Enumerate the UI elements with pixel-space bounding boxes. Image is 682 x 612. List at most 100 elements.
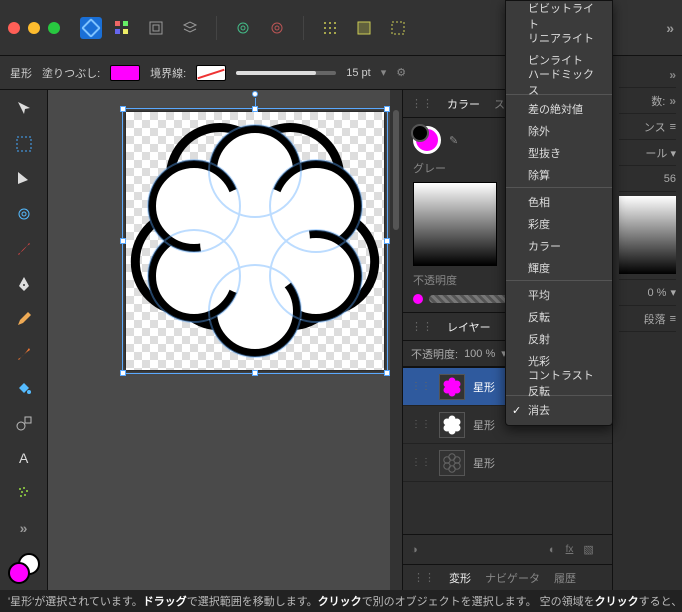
resize-handle-bl[interactable] — [120, 370, 126, 376]
tab-history[interactable]: 履歴 — [554, 570, 576, 586]
scale-dropdown[interactable]: ール ▾ — [645, 145, 676, 161]
canvas[interactable] — [126, 112, 384, 370]
prefs-gear-icon[interactable] — [231, 16, 255, 40]
layer-thumb-icon — [442, 415, 462, 435]
overflow-icon[interactable]: » — [669, 94, 676, 108]
vector-brush-tool[interactable] — [10, 340, 38, 367]
blend-mode-item[interactable]: 除算 — [506, 164, 612, 188]
toolbar-overflow[interactable]: » — [666, 20, 674, 36]
blend-mode-item[interactable]: コントラスト反転 — [506, 372, 612, 396]
crop-icon[interactable]: ▧ — [583, 543, 593, 556]
value-0pct[interactable]: 0 % — [648, 287, 667, 299]
blend-mode-item[interactable]: 彩度 — [506, 213, 612, 235]
chevron-down-icon[interactable]: ▾ — [670, 286, 676, 299]
status-bold-1: ドラッグ — [143, 593, 187, 609]
canvas-viewport[interactable] — [48, 90, 402, 590]
tab-color[interactable]: カラー — [447, 96, 480, 112]
color-field[interactable] — [413, 182, 497, 266]
cog-tool[interactable] — [10, 201, 38, 228]
rotate-handle[interactable] — [252, 91, 258, 97]
blend-mode-label: 色相 — [528, 194, 550, 210]
value-56[interactable]: 56 — [664, 173, 676, 185]
shape-tool[interactable] — [10, 410, 38, 437]
fill-tool[interactable] — [10, 375, 38, 402]
blend-mode-label: コントラスト反転 — [528, 367, 598, 399]
panel-drag-icon[interactable]: ⋮⋮ — [413, 571, 435, 584]
minimize-window[interactable] — [28, 22, 40, 34]
blend-mode-item[interactable]: ✓消去 — [506, 399, 612, 421]
blend-mode-item[interactable]: 色相 — [506, 191, 612, 213]
blend-mode-item[interactable]: 平均 — [506, 284, 612, 306]
blend-mode-item[interactable]: 除外 — [506, 120, 612, 142]
blend-mode-label: 反射 — [528, 331, 550, 347]
stroke-swatch[interactable] — [196, 65, 226, 81]
stroke-width-slider[interactable] — [236, 71, 336, 75]
stroke-settings-gear-icon[interactable]: ⚙ — [396, 66, 406, 79]
shape-name-label: 星形 — [10, 65, 32, 81]
node-tool[interactable] — [10, 166, 38, 193]
blend-mode-label: 輝度 — [528, 260, 550, 276]
zoom-window[interactable] — [48, 22, 60, 34]
layer-name[interactable]: 星形 — [473, 417, 495, 433]
snap-bounds-icon[interactable] — [386, 16, 410, 40]
fg-color-swatch[interactable] — [8, 562, 30, 584]
snap-field-icon[interactable] — [352, 16, 376, 40]
stroke-width-value[interactable]: 15 pt — [346, 67, 370, 79]
vertical-scrollbar[interactable] — [390, 90, 402, 590]
layer-drag-icon[interactable]: ⋮⋮ — [411, 381, 431, 392]
blend-mode-label: 消去 — [528, 402, 550, 418]
panel-menu-icon[interactable]: ≡ — [670, 313, 676, 325]
blend-mode-item[interactable]: 反転 — [506, 306, 612, 328]
adjustment-icon[interactable]: ◐ — [549, 544, 556, 556]
color-ring[interactable] — [413, 126, 441, 154]
blend-mode-item[interactable]: 反射 — [506, 328, 612, 350]
tool-expand[interactable]: » — [10, 515, 38, 542]
artboard-icon[interactable] — [144, 16, 168, 40]
move-tool[interactable] — [10, 96, 38, 123]
snap-grid-icon[interactable] — [318, 16, 342, 40]
layers-icon[interactable] — [178, 16, 202, 40]
tab-transform[interactable]: 変形 — [449, 570, 471, 586]
pen-tool[interactable] — [10, 270, 38, 297]
spray-tool[interactable] — [10, 480, 38, 507]
eyedropper-icon[interactable]: ✎ — [449, 134, 458, 147]
layer-name[interactable]: 星形 — [473, 455, 495, 471]
marquee-tool[interactable] — [10, 131, 38, 158]
pencil-tool[interactable] — [10, 305, 38, 332]
fg-bg-color[interactable] — [8, 553, 40, 584]
blend-mode-item[interactable]: リニアライト — [506, 27, 612, 49]
tab-layers[interactable]: レイヤー — [447, 319, 491, 335]
stroke-panel-label: ンス — [644, 119, 666, 135]
blend-mode-item[interactable]: ハードミックス — [506, 71, 612, 95]
fx-icon[interactable]: fx — [566, 544, 574, 555]
decrement-icon[interactable]: ▾ — [381, 66, 387, 79]
panel-drag-icon[interactable]: ⋮⋮ — [411, 320, 433, 333]
panel-drag-icon[interactable]: ⋮⋮ — [411, 97, 433, 110]
resize-handle-bm[interactable] — [252, 370, 258, 376]
layer-opacity-value[interactable]: 100 % — [464, 348, 495, 360]
blend-mode-item[interactable]: 輝度 — [506, 257, 612, 281]
fill-swatch[interactable] — [110, 65, 140, 81]
blend-mode-item[interactable]: 型抜き — [506, 142, 612, 164]
text-tool[interactable]: A — [10, 445, 38, 472]
tab-navigator[interactable]: ナビゲータ — [485, 570, 540, 586]
panel-menu-icon[interactable]: ≡ — [670, 121, 676, 133]
layer-drag-icon[interactable]: ⋮⋮ — [411, 419, 431, 430]
mask-icon[interactable]: ◑ — [411, 544, 418, 556]
blend-mode-item[interactable]: カラー — [506, 235, 612, 257]
tool-rail: A » — [0, 90, 48, 590]
overflow-icon[interactable]: » — [669, 68, 676, 82]
persona-icon[interactable] — [110, 16, 134, 40]
blend-mode-item[interactable]: 差の絶対値 — [506, 98, 612, 120]
layer-name[interactable]: 星形 — [473, 379, 495, 395]
blend-mode-item[interactable]: ビビットライト — [506, 5, 612, 27]
layer-thumb-icon — [442, 377, 462, 397]
close-window[interactable] — [8, 22, 20, 34]
color-field-2[interactable] — [619, 196, 676, 274]
brush-tool[interactable] — [10, 236, 38, 263]
doc-gear-icon[interactable] — [265, 16, 289, 40]
blend-mode-label: 除外 — [528, 123, 550, 139]
paragraph-label[interactable]: 段落 — [644, 311, 666, 327]
layer-drag-icon[interactable]: ⋮⋮ — [411, 457, 431, 468]
window-controls — [8, 22, 60, 34]
